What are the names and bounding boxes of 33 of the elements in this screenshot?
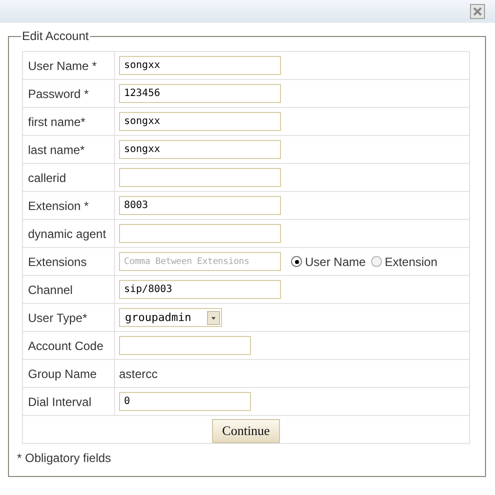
field-label: last name* xyxy=(22,136,114,164)
field-label: callerid xyxy=(22,164,114,192)
text-field[interactable]: sip/8003 xyxy=(119,280,281,299)
field-label: Dial Interval xyxy=(22,388,114,416)
field-label: User Name * xyxy=(22,52,114,80)
field-label: Channel xyxy=(22,276,114,304)
field-label: Extensions xyxy=(22,248,114,276)
field-label: Extension * xyxy=(22,192,114,220)
text-field[interactable] xyxy=(119,168,281,187)
close-button[interactable] xyxy=(470,4,485,18)
text-field[interactable]: songxx xyxy=(119,56,281,75)
field-label: Group Name xyxy=(22,360,114,388)
text-field[interactable]: 123456 xyxy=(119,84,281,103)
text-field[interactable]: 8003 xyxy=(119,196,281,215)
text-field[interactable]: Comma Between Extensions xyxy=(119,252,281,271)
field-label: Account Code xyxy=(22,332,114,360)
text-field[interactable]: songxx xyxy=(119,112,281,131)
text-field[interactable]: songxx xyxy=(119,140,281,159)
radio-option[interactable]: User Name xyxy=(291,254,366,268)
footnote: * Obligatory fields xyxy=(17,451,112,465)
field-label: first name* xyxy=(22,108,114,136)
continue-button[interactable]: Continue xyxy=(212,418,280,442)
text-field[interactable] xyxy=(119,224,281,243)
text-field[interactable] xyxy=(119,336,251,355)
field-label: Password * xyxy=(22,80,114,108)
text-field[interactable]: 0 xyxy=(119,392,251,411)
radio-option[interactable]: Extension xyxy=(370,254,438,268)
field-label: dynamic agent xyxy=(22,220,114,248)
field-label: User Type* xyxy=(22,304,114,332)
close-icon xyxy=(472,6,483,16)
user-type-dropdown[interactable]: groupadmin xyxy=(119,308,222,327)
group-name-value: astercc xyxy=(119,366,158,380)
panel-legend: Edit Account xyxy=(21,29,90,43)
